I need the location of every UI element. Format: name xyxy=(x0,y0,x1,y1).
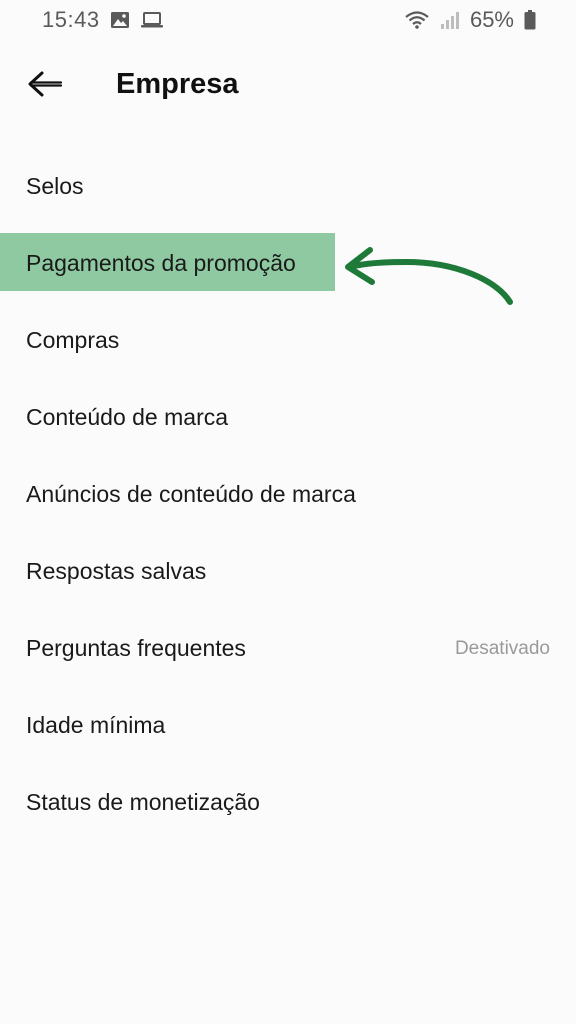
pointer-arrow-icon xyxy=(336,240,526,315)
status-right: 65% xyxy=(404,7,536,33)
status-bar: 15:43 65% xyxy=(0,0,576,40)
screen: 15:43 65% Empresa Selos Pagamentos da pr… xyxy=(0,0,576,1024)
battery-percent: 65% xyxy=(469,7,514,32)
image-icon xyxy=(110,11,130,29)
wifi-icon xyxy=(404,10,430,30)
back-arrow-icon xyxy=(25,69,65,104)
back-button[interactable] xyxy=(22,66,68,106)
status-left: 15:43 xyxy=(42,7,164,33)
menu-item-anuncios-de-conteudo-de-marca[interactable]: Anúncios de conteúdo de marca xyxy=(0,456,576,533)
menu-item-status-de-monetizacao[interactable]: Status de monetização xyxy=(0,764,576,841)
menu-item-perguntas-frequentes[interactable]: Perguntas frequentes Desativado xyxy=(0,610,576,687)
laptop-icon xyxy=(140,11,164,29)
menu-item-conteudo-de-marca[interactable]: Conteúdo de marca xyxy=(0,379,576,456)
page-title: Empresa xyxy=(116,68,239,100)
menu-item-label: Idade mínima xyxy=(26,712,166,738)
menu-item-selos[interactable]: Selos xyxy=(0,148,576,225)
header: Empresa xyxy=(0,58,576,114)
menu-item-label: Pagamentos da promoção xyxy=(26,250,296,276)
menu-item-label: Compras xyxy=(26,327,120,353)
battery-icon xyxy=(524,10,536,30)
menu-item-label: Conteúdo de marca xyxy=(26,404,229,430)
menu-item-label: Anúncios de conteúdo de marca xyxy=(26,481,356,507)
status-time: 15:43 xyxy=(42,7,100,32)
menu-item-label: Perguntas frequentes xyxy=(26,635,246,661)
menu-item-label: Status de monetização xyxy=(26,789,260,815)
menu-item-label: Selos xyxy=(26,173,84,199)
signal-icon xyxy=(440,10,460,30)
menu-item-label: Respostas salvas xyxy=(26,558,207,584)
menu-item-idade-minima[interactable]: Idade mínima xyxy=(0,687,576,764)
menu-item-value: Desativado xyxy=(454,637,550,659)
menu-item-respostas-salvas[interactable]: Respostas salvas xyxy=(0,533,576,610)
